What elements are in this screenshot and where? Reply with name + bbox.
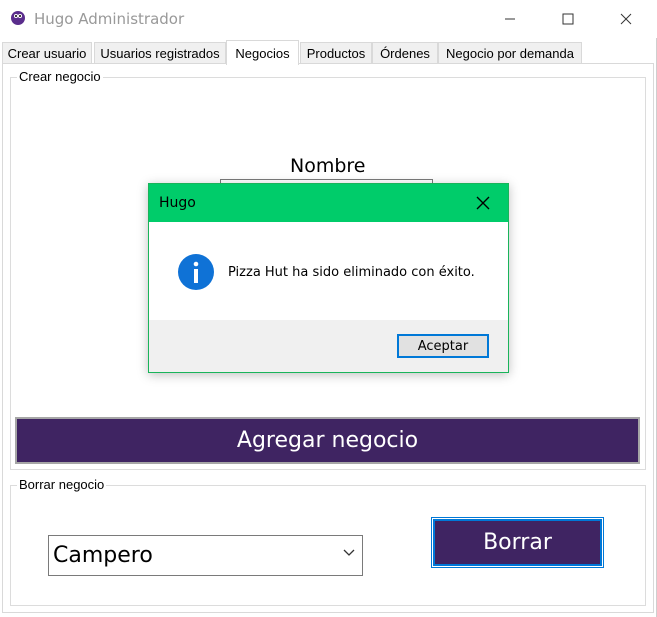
app-logo-icon bbox=[11, 11, 25, 25]
tab-usuarios-registrados[interactable]: Usuarios registrados bbox=[94, 42, 226, 64]
dialog-title: Hugo bbox=[159, 195, 196, 211]
tab-ordenes[interactable]: Órdenes bbox=[372, 42, 438, 64]
maximize-button[interactable] bbox=[540, 0, 596, 38]
dialog-title-bar: Hugo bbox=[149, 184, 508, 222]
chevron-down-icon bbox=[343, 549, 355, 556]
minimize-button[interactable] bbox=[482, 0, 538, 38]
maximize-icon bbox=[562, 13, 574, 25]
tab-crear-usuario[interactable]: Crear usuario bbox=[2, 42, 92, 64]
tab-productos[interactable]: Productos bbox=[300, 42, 372, 64]
close-button[interactable] bbox=[598, 0, 654, 38]
dialog-body: Pizza Hut ha sido eliminado con éxito. bbox=[149, 222, 508, 320]
close-icon[interactable] bbox=[474, 194, 492, 212]
dialog-message: Pizza Hut ha sido eliminado con éxito. bbox=[228, 265, 475, 280]
crear-negocio-group-title: Crear negocio bbox=[17, 69, 103, 84]
minimize-icon bbox=[505, 18, 515, 20]
window-title: Hugo Administrador bbox=[34, 10, 185, 28]
tab-negocios[interactable]: Negocios bbox=[226, 40, 299, 65]
nombre-label: Nombre bbox=[290, 155, 366, 177]
negocio-select-value: Campero bbox=[53, 543, 153, 568]
dialog-footer: Aceptar bbox=[149, 320, 508, 372]
borrar-negocio-group-title: Borrar negocio bbox=[17, 477, 107, 492]
tab-negocio-por-demanda[interactable]: Negocio por demanda bbox=[438, 42, 582, 64]
message-dialog: Hugo Pizza Hut ha sido eliminado con éxi… bbox=[148, 183, 509, 373]
negocio-select[interactable]: Campero bbox=[48, 535, 363, 576]
info-icon bbox=[178, 254, 214, 290]
aceptar-button[interactable]: Aceptar bbox=[397, 334, 489, 358]
borrar-button[interactable]: Borrar bbox=[431, 517, 604, 568]
close-icon bbox=[620, 13, 632, 25]
tab-strip: Crear usuario Usuarios registrados Negoc… bbox=[0, 40, 657, 65]
main-window: Hugo Administrador Crear usuario Usuario… bbox=[0, 0, 657, 617]
agregar-negocio-button[interactable]: Agregar negocio bbox=[15, 417, 640, 464]
title-bar: Hugo Administrador bbox=[0, 0, 657, 38]
